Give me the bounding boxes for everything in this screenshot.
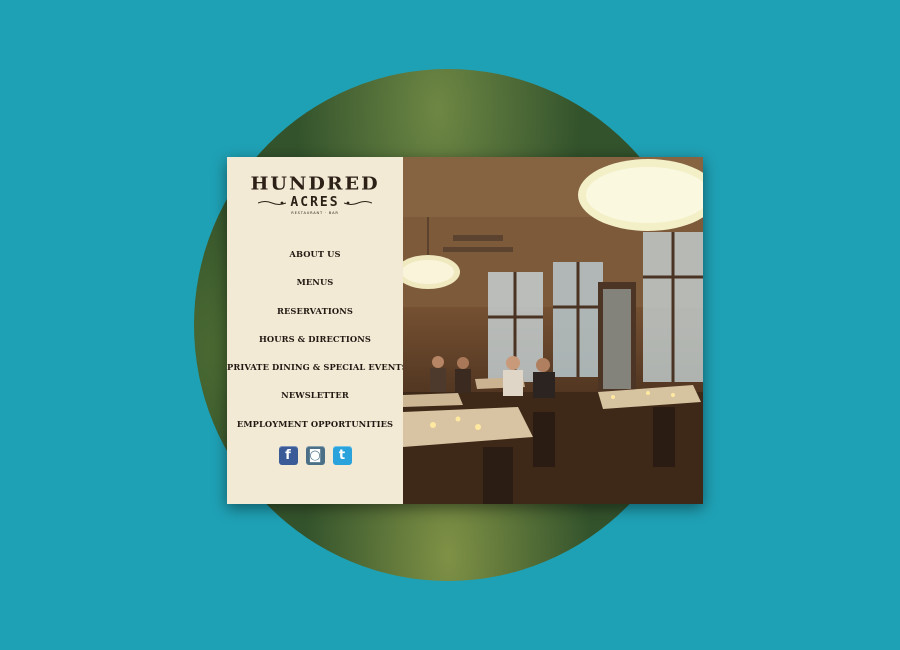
nav-item-hours-directions[interactable]: HOURS & DIRECTIONS <box>227 329 403 357</box>
restaurant-interior-photo <box>403 157 703 504</box>
twitter-icon[interactable]: t <box>332 446 352 465</box>
logo-tagline: RESTAURANT · BAR <box>291 211 339 215</box>
nav-item-newsletter[interactable]: NEWSLETTER <box>227 385 403 413</box>
website-card: HUNDRED ACRES RESTAURANT · BAR ABOUT US … <box>227 157 703 504</box>
logo-subname: ACRES <box>290 195 340 210</box>
main-nav: ABOUT US MENUS RESERVATIONS HOURS & DIRE… <box>227 244 408 442</box>
social-links: f ◙ t <box>227 446 403 465</box>
nav-item-menus[interactable]: MENUS <box>227 272 403 300</box>
nav-item-employment[interactable]: EMPLOYMENT OPPORTUNITIES <box>227 414 403 442</box>
photo-illustration <box>403 157 703 504</box>
nav-item-reservations[interactable]: RESERVATIONS <box>227 301 403 329</box>
nav-item-private-dining[interactable]: PRIVATE DINING & SPECIAL EVENTS <box>227 357 408 385</box>
facebook-icon[interactable]: f <box>278 446 298 465</box>
flourish-right-icon <box>343 200 372 205</box>
logo[interactable]: HUNDRED ACRES RESTAURANT · BAR <box>227 173 403 215</box>
menu-panel: HUNDRED ACRES RESTAURANT · BAR ABOUT US … <box>227 157 408 504</box>
flourish-left-icon <box>258 200 287 205</box>
logo-name: HUNDRED <box>250 173 380 195</box>
nav-item-about-us[interactable]: ABOUT US <box>227 244 403 272</box>
instagram-icon[interactable]: ◙ <box>305 446 325 465</box>
